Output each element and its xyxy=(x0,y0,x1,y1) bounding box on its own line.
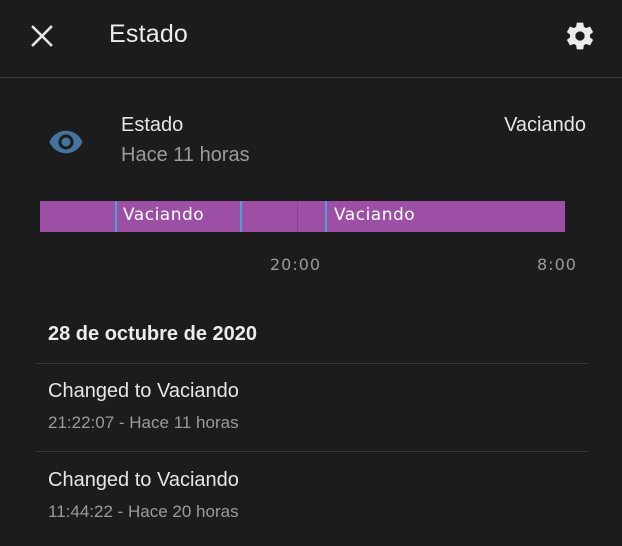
settings-button[interactable] xyxy=(560,16,600,56)
entity-row[interactable]: Estado Hace 11 horas Vaciando xyxy=(0,100,622,176)
timeline-tick-label: 8:00 xyxy=(537,255,577,274)
dialog-header: Estado xyxy=(0,0,622,78)
divider xyxy=(36,363,587,364)
divider xyxy=(36,451,587,452)
logbook-entry-message: Changed to Vaciando xyxy=(48,380,239,402)
close-icon xyxy=(31,25,53,47)
history-timeline[interactable]: Vaciando Vaciando xyxy=(40,201,565,232)
timeline-segment-label: Vaciando xyxy=(123,205,205,225)
logbook-entry-message: Changed to Vaciando xyxy=(48,469,239,491)
logbook-entry-detail: 11:44:22 - Hace 20 horas xyxy=(48,502,239,521)
timeline-tick-label: 20:00 xyxy=(270,255,322,274)
timeline-grid-line xyxy=(297,201,298,232)
logbook-entry-detail: 21:22:07 - Hace 11 horas xyxy=(48,413,239,432)
entity-state: Vaciando xyxy=(504,114,586,136)
dialog-title: Estado xyxy=(109,20,189,48)
timeline-segment-label: Vaciando xyxy=(334,205,416,225)
timeline-segment-separator xyxy=(115,201,117,232)
gear-icon xyxy=(567,22,593,50)
timeline-segment-separator xyxy=(240,201,242,232)
entity-last-changed: Hace 11 horas xyxy=(121,144,250,166)
timeline-segment-separator xyxy=(325,201,327,232)
close-button[interactable] xyxy=(22,16,62,56)
logbook-date-header: 28 de octubre de 2020 xyxy=(48,323,257,345)
eye-icon xyxy=(49,130,83,154)
entity-name: Estado xyxy=(121,114,184,136)
